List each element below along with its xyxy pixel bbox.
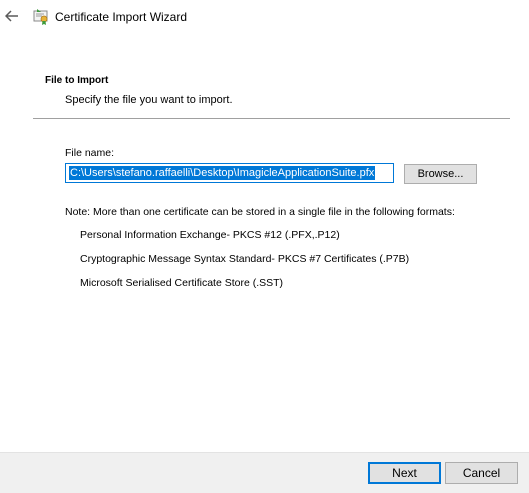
file-name-input[interactable]: C:\Users\stefano.raffaelli\Desktop\Imagi…: [65, 163, 394, 183]
back-button[interactable]: [3, 7, 21, 25]
next-button[interactable]: Next: [368, 462, 441, 484]
footer-bar: Next Cancel: [0, 452, 529, 493]
window-title: Certificate Import Wizard: [55, 10, 188, 24]
certificate-icon: [33, 9, 48, 25]
back-arrow-icon: [5, 10, 18, 22]
cancel-button[interactable]: Cancel: [445, 462, 518, 484]
formats-note: Note: More than one certificate can be s…: [65, 206, 455, 218]
file-name-value: C:\Users\stefano.raffaelli\Desktop\Imagi…: [69, 166, 376, 180]
header-divider: [33, 118, 510, 119]
file-name-label: File name:: [65, 147, 115, 159]
format-item-sst: Microsoft Serialised Certificate Store (…: [80, 277, 284, 289]
title-bar: Certificate Import Wizard: [0, 0, 529, 34]
browse-button[interactable]: Browse...: [404, 164, 477, 184]
section-subtitle: Specify the file you want to import.: [65, 94, 233, 106]
section-title: File to Import: [45, 75, 109, 86]
format-item-pfx: Personal Information Exchange- PKCS #12 …: [80, 229, 340, 241]
format-item-p7b: Cryptographic Message Syntax Standard- P…: [80, 253, 410, 265]
